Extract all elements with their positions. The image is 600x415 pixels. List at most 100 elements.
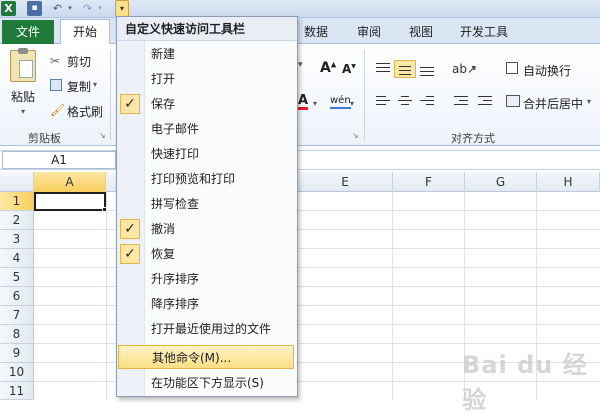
menu-item-new[interactable]: 新建 (117, 42, 297, 66)
column-header-h[interactable]: H (537, 172, 600, 192)
clipboard-group-label: 剪贴板 (28, 132, 61, 145)
select-all-corner[interactable] (0, 172, 34, 192)
group-separator (110, 50, 111, 140)
font-color-icon[interactable]: A (298, 94, 309, 110)
menu-item-label: 其他命令(M)... (152, 351, 232, 365)
wrap-text-icon (506, 62, 518, 74)
merge-center-button[interactable]: 合并后居中 (523, 95, 583, 112)
menu-item-label: 打开 (151, 72, 176, 86)
row-header[interactable]: 2 (0, 211, 34, 230)
grow-font-icon[interactable]: A▲ (320, 60, 336, 76)
cut-button[interactable]: 剪切 (67, 53, 91, 70)
gridline (392, 192, 393, 400)
align-left-icon[interactable] (372, 93, 394, 111)
row-header[interactable]: 8 (0, 325, 34, 344)
active-cell-a1[interactable] (34, 192, 106, 211)
menu-item-spelling[interactable]: 拼写检查 (117, 192, 297, 216)
merge-center-icon (506, 95, 520, 107)
menu-item-undo[interactable]: ✓ 撤消 (117, 217, 297, 241)
row-header[interactable]: 3 (0, 230, 34, 249)
align-bottom-icon[interactable] (416, 60, 438, 78)
align-center-icon[interactable] (394, 93, 416, 111)
paste-icon[interactable] (10, 48, 36, 82)
orientation-dropdown-icon[interactable]: ▾ (472, 64, 476, 73)
undo-dropdown-icon[interactable]: ▾ (66, 1, 74, 16)
menu-item-label: 打印预览和打印 (151, 172, 236, 186)
customize-qat-button[interactable]: ▾ (115, 0, 129, 17)
tab-developer[interactable]: 开发工具 (460, 21, 508, 43)
font-color-dropdown-icon[interactable]: ▾ (313, 99, 317, 108)
column-header-f[interactable]: F (393, 172, 465, 192)
redo-dropdown-icon[interactable]: ▾ (96, 1, 104, 16)
name-box[interactable]: A1 (2, 151, 116, 169)
row-header[interactable]: 1 (0, 192, 34, 211)
menu-item-label: 电子邮件 (151, 122, 200, 136)
paste-button[interactable]: 粘贴 (11, 88, 35, 105)
gridline (106, 192, 107, 400)
menu-item-label: 快速打印 (151, 147, 200, 161)
menu-item-label: 恢复 (151, 247, 176, 261)
phonetic-dropdown-icon[interactable]: ▾ (350, 99, 354, 108)
align-middle-icon[interactable] (394, 60, 416, 78)
menu-item-email[interactable]: 电子邮件 (117, 117, 297, 141)
menu-item-sort-descending[interactable]: 降序排序 (117, 292, 297, 316)
merge-dropdown-icon[interactable]: ▾ (587, 97, 591, 106)
undo-icon[interactable]: ↶ (50, 1, 65, 16)
font-launcher-icon[interactable]: ↘ (352, 131, 359, 140)
column-header-a[interactable]: A (34, 172, 106, 192)
font-size-dropdown-icon[interactable]: ▾ (298, 60, 303, 70)
tab-review[interactable]: 审阅 (357, 21, 381, 43)
column-header-e[interactable]: E (298, 172, 393, 192)
alignment-group-label: 对齐方式 (451, 132, 495, 145)
align-top-icon[interactable] (372, 60, 394, 78)
phonetic-guide-icon[interactable]: wén (330, 95, 351, 109)
menu-item-label: 降序排序 (151, 297, 200, 311)
row-header[interactable]: 9 (0, 344, 34, 363)
checkmark-icon: ✓ (120, 219, 140, 239)
menu-item-print-preview[interactable]: 打印预览和打印 (117, 167, 297, 191)
tab-home[interactable]: 开始 (60, 19, 110, 45)
align-right-icon[interactable] (416, 93, 438, 111)
row-header[interactable]: 5 (0, 268, 34, 287)
menu-item-save[interactable]: ✓ 保存 (117, 92, 297, 116)
scissors-icon: ✂ (50, 54, 61, 68)
menu-item-more-commands[interactable]: 其他命令(M)... (118, 345, 294, 369)
menu-item-quick-print[interactable]: 快速打印 (117, 142, 297, 166)
copy-dropdown-icon[interactable]: ▾ (93, 80, 97, 89)
clipboard-launcher-icon[interactable]: ↘ (99, 131, 106, 140)
excel-app-icon[interactable]: X (1, 1, 16, 16)
fill-handle[interactable] (102, 207, 107, 212)
wrap-text-button[interactable]: 自动换行 (523, 62, 571, 79)
group-separator (364, 50, 365, 140)
row-header[interactable]: 10 (0, 363, 34, 382)
row-header[interactable]: 11 (0, 382, 34, 400)
menu-item-recent-files[interactable]: 打开最近使用过的文件 (117, 317, 297, 341)
paste-dropdown-icon[interactable]: ▾ (21, 107, 25, 116)
menu-item-open[interactable]: 打开 (117, 67, 297, 91)
checkmark-icon: ✓ (120, 94, 140, 114)
menu-item-sort-ascending[interactable]: 升序排序 (117, 267, 297, 291)
menu-item-show-below-ribbon[interactable]: 在功能区下方显示(S) (117, 371, 297, 395)
menu-item-label: 在功能区下方显示(S) (151, 376, 264, 390)
redo-icon[interactable]: ↷ (80, 1, 95, 16)
copy-icon (50, 79, 62, 91)
shrink-font-icon[interactable]: A▼ (342, 62, 356, 76)
checkmark-icon: ✓ (120, 244, 140, 264)
tab-data[interactable]: 数据 (304, 21, 328, 43)
column-header-g[interactable]: G (465, 172, 537, 192)
copy-button[interactable]: 复制 (67, 78, 91, 95)
menu-item-label: 升序排序 (151, 272, 200, 286)
row-header[interactable]: 6 (0, 287, 34, 306)
increase-indent-icon[interactable] (474, 93, 496, 111)
format-painter-button[interactable]: 格式刷 (67, 103, 103, 120)
menu-item-label: 拼写检查 (151, 197, 200, 211)
save-icon[interactable]: ▪ (27, 1, 42, 16)
tab-view[interactable]: 视图 (409, 21, 433, 43)
row-header[interactable]: 4 (0, 249, 34, 268)
menu-item-redo[interactable]: ✓ 恢复 (117, 242, 297, 266)
decrease-indent-icon[interactable] (450, 93, 472, 111)
menu-item-label: 保存 (151, 97, 176, 111)
menu-item-label: 新建 (151, 47, 176, 61)
tab-file[interactable]: 文件 (2, 20, 54, 44)
row-header[interactable]: 7 (0, 306, 34, 325)
